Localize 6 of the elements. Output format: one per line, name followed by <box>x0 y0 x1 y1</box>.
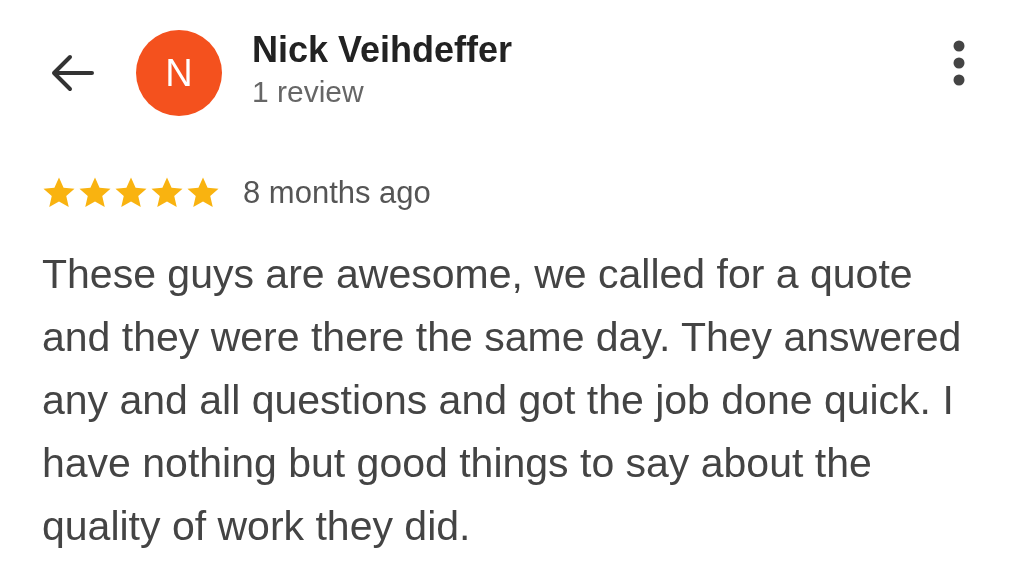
review-text: These guys are awesome, we called for a quote and they were there the same day. They answered any and all questions and got the job done quick. I have nothing but good things to say about the quality of work they did. <box>42 249 963 551</box>
more-options-icon[interactable] <box>952 40 966 86</box>
review-time: 8 months ago <box>243 174 431 212</box>
review-count: 1 review <box>252 74 365 110</box>
reviewer-name: Nick Veihdeffer <box>252 28 513 72</box>
avatar: N <box>136 30 222 116</box>
